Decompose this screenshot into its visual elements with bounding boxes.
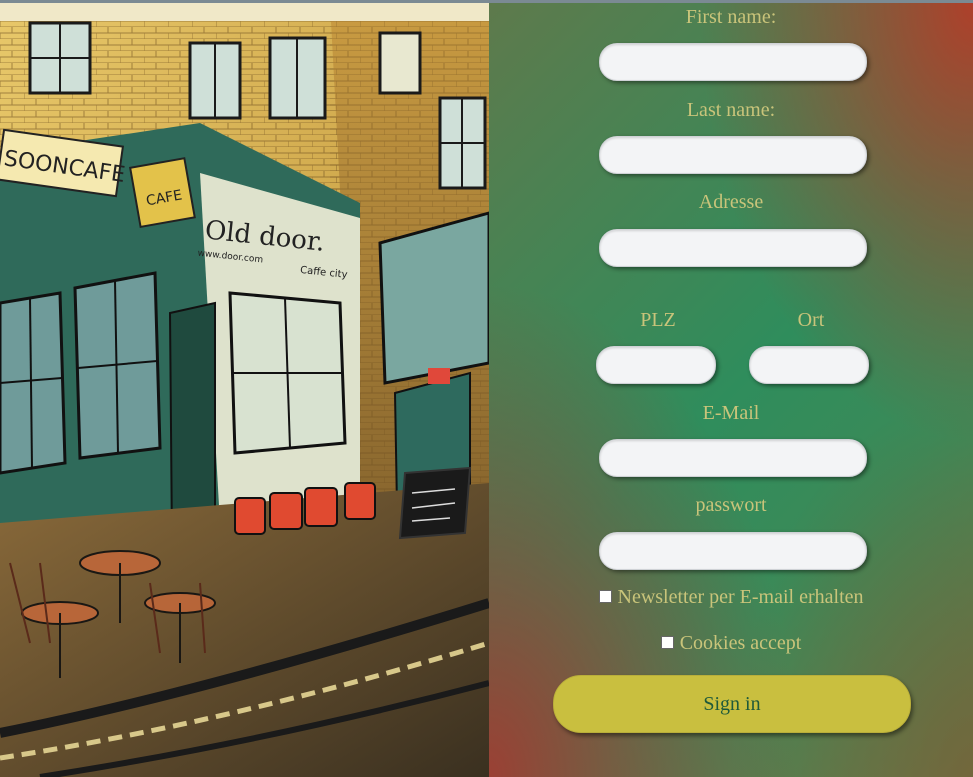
email-label: E-Mail <box>702 402 760 424</box>
cookies-row: Cookies accept <box>489 632 973 655</box>
plz-label: PLZ <box>640 309 676 331</box>
last-name-label: Last name: <box>686 99 776 121</box>
address-label: Adresse <box>698 191 764 213</box>
last-name-input[interactable] <box>599 136 867 174</box>
first-name-label: First name: <box>685 6 777 28</box>
email-input[interactable] <box>599 439 867 477</box>
cookies-label: Cookies accept <box>679 632 802 654</box>
cafe-illustration: SOONCAFE CAFE Old door. www.door.com Caf… <box>0 3 489 777</box>
address-input[interactable] <box>599 229 867 267</box>
sign-in-button[interactable]: Sign in <box>553 675 911 733</box>
first-name-input[interactable] <box>599 43 867 81</box>
registration-form: First name: Last name: Adresse PLZ Ort E… <box>489 3 973 777</box>
newsletter-label: Newsletter per E-mail erhalten <box>617 586 864 608</box>
password-label: passwort <box>695 494 767 516</box>
password-input[interactable] <box>599 532 867 570</box>
newsletter-checkbox[interactable] <box>598 589 612 603</box>
ort-input[interactable] <box>749 346 869 384</box>
plz-input[interactable] <box>596 346 716 384</box>
cookies-checkbox[interactable] <box>660 635 674 649</box>
newsletter-row: Newsletter per E-mail erhalten <box>489 586 973 609</box>
ort-label: Ort <box>797 309 825 331</box>
